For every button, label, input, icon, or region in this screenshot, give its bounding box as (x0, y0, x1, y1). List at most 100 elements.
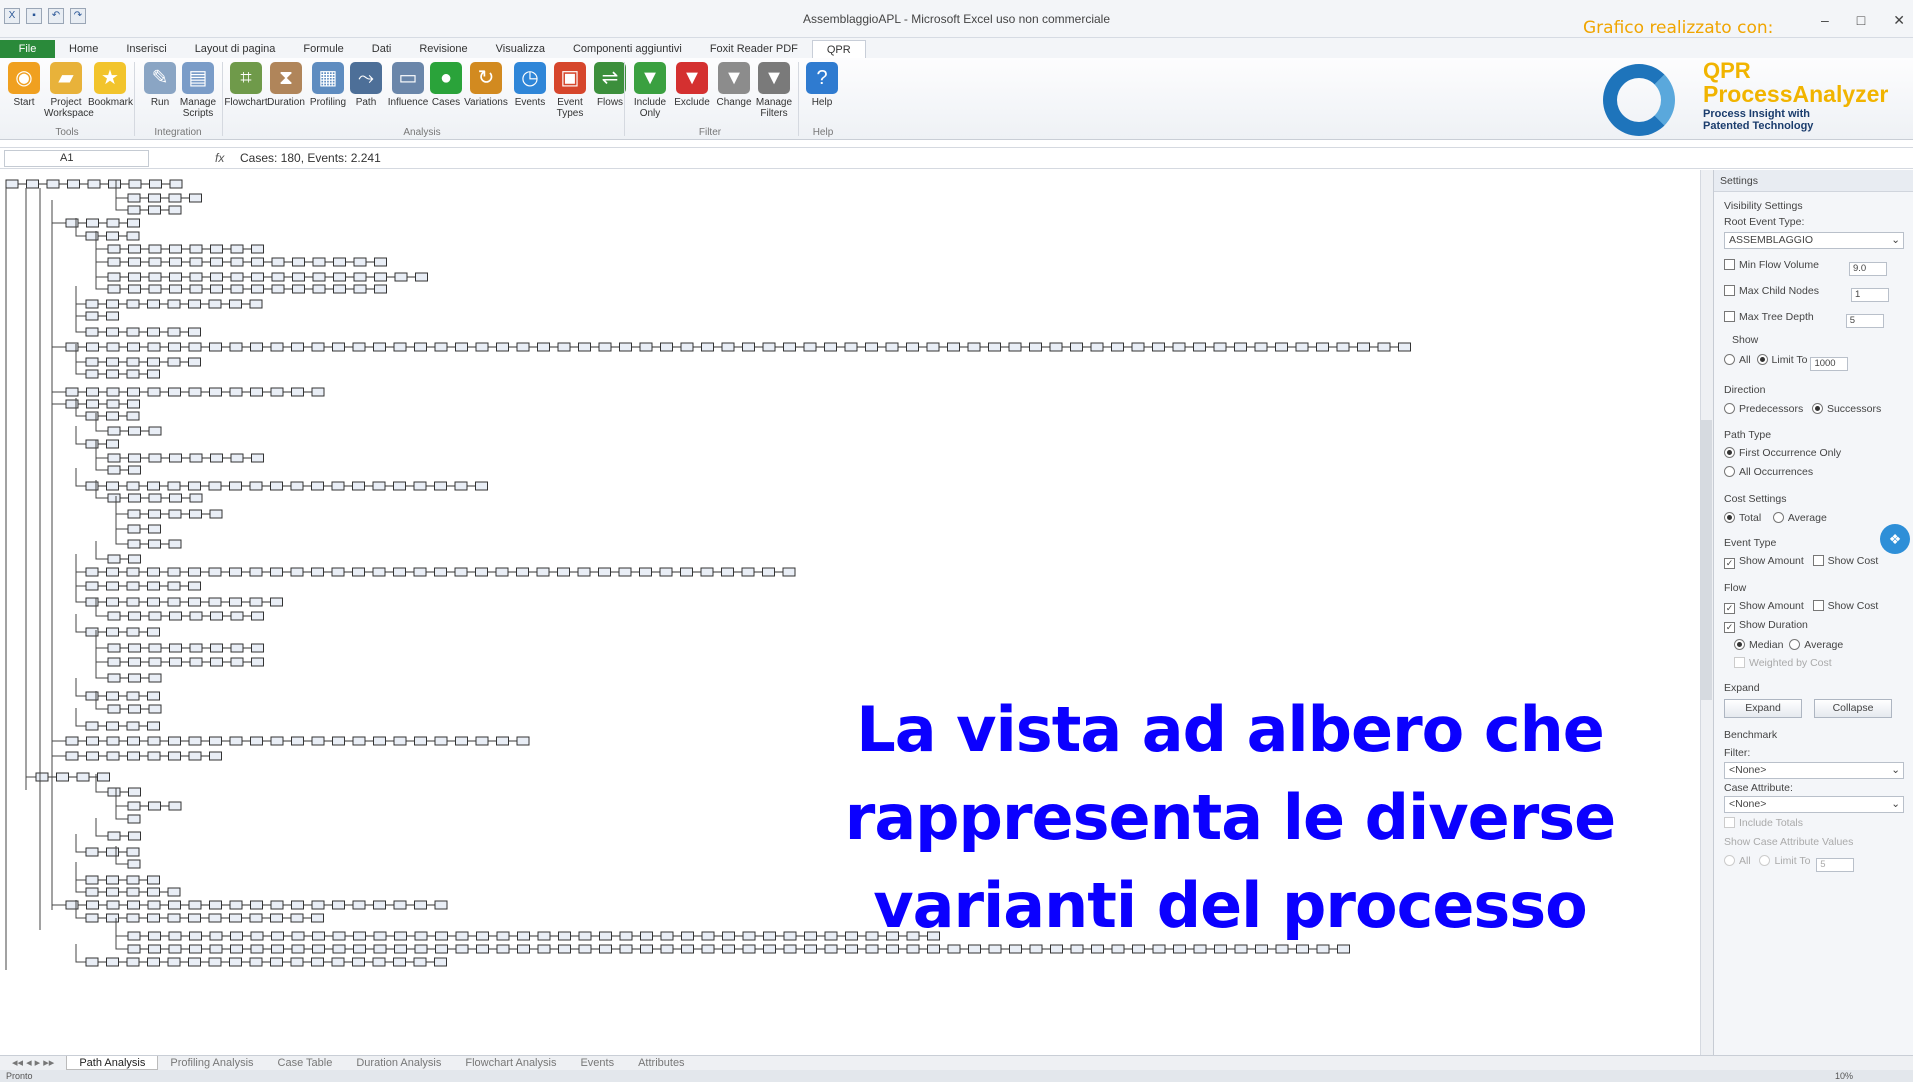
show-duration-checkbox[interactable]: ✓ (1724, 622, 1735, 633)
min-flow-checkbox[interactable] (1724, 259, 1735, 270)
max-depth-checkbox[interactable] (1724, 311, 1735, 322)
tab-qpr[interactable]: QPR (811, 40, 866, 58)
sheet-tab-duration-analysis[interactable]: Duration Analysis (344, 1056, 453, 1070)
show-limit-radio[interactable] (1756, 354, 1768, 365)
minimize-button[interactable]: – (1821, 12, 1829, 29)
tree-node (270, 900, 284, 910)
sheet-tab-path-analysis[interactable]: Path Analysis (66, 1056, 159, 1070)
start-button[interactable]: ◉ Start (2, 62, 46, 108)
max-child-nodes-row[interactable]: Max Child Nodes 1 (1724, 285, 1889, 302)
case-attr-limit-input[interactable]: 5 (1816, 858, 1855, 872)
event-types-button[interactable]: ▣ Event Types (548, 62, 592, 119)
collapse-button[interactable]: Collapse (1814, 699, 1892, 718)
filter-select[interactable]: <None> ⌄ (1724, 762, 1904, 779)
tab-componenti-aggiuntivi[interactable]: Componenti aggiuntivi (559, 40, 696, 58)
scrollbar-thumb[interactable] (1701, 420, 1712, 700)
exclude-button[interactable]: ▼ Exclude (670, 62, 714, 108)
median-radio[interactable] (1734, 639, 1745, 650)
min-flow-volume-row[interactable]: Min Flow Volume 9.0 (1724, 259, 1887, 276)
all-occurrences-row[interactable]: All Occurrences (1724, 466, 1813, 478)
tree-connector (75, 468, 86, 487)
tree-node (495, 567, 509, 577)
change-button[interactable]: ▼ Change (712, 62, 756, 108)
tree-node (167, 357, 181, 367)
tree-node (127, 859, 141, 869)
sheet-tab-attributes[interactable]: Attributes (626, 1056, 696, 1070)
tree-node (353, 284, 367, 294)
case-attribute-select[interactable]: <None> ⌄ (1724, 796, 1904, 813)
min-flow-input[interactable]: 9.0 (1848, 262, 1887, 276)
group-tools: Tools (55, 127, 79, 138)
fx-icon[interactable]: fx (215, 151, 224, 165)
tree-node (312, 272, 326, 282)
table-icon: ▦ (312, 62, 344, 94)
path-button[interactable]: ⤳ Path (344, 62, 388, 108)
events-button[interactable]: ◷ Events (508, 62, 552, 108)
tree-node (250, 736, 263, 746)
include-totals-checkbox[interactable] (1724, 817, 1735, 828)
case-attr-all-radio[interactable] (1724, 855, 1735, 866)
maximize-button[interactable]: □ (1857, 12, 1865, 29)
tab-file[interactable]: File (0, 40, 55, 58)
tab-layout-di-pagina[interactable]: Layout di pagina (181, 40, 290, 58)
root-event-type-select[interactable]: ASSEMBLAGGIO ⌄ (1724, 232, 1904, 249)
max-child-checkbox[interactable] (1724, 285, 1735, 296)
sheet-tab-events[interactable]: Events (568, 1056, 626, 1070)
flows-button[interactable]: ⇌ Flows (588, 62, 632, 108)
show-limit-input[interactable]: 1000 (1810, 357, 1849, 371)
flow-show-cost-checkbox[interactable] (1812, 600, 1824, 611)
flowchart-button[interactable]: ⌗ Flowchart (224, 62, 268, 108)
bookmark-button[interactable]: ★ Bookmark (88, 62, 133, 108)
variations-button[interactable]: ↻ Variations (464, 62, 508, 108)
expand-button[interactable]: Expand (1724, 699, 1802, 718)
max-tree-depth-row[interactable]: Max Tree Depth 5 (1724, 311, 1884, 328)
manage-filters-button[interactable]: ▼ Manage Filters (752, 62, 796, 119)
tab-formule[interactable]: Formule (289, 40, 357, 58)
case-attr-limit-radio[interactable] (1759, 855, 1771, 866)
tree-node (619, 931, 633, 941)
show-duration-row[interactable]: ✓ Show Duration (1724, 619, 1808, 633)
project-workspace-button[interactable]: ▰ Project Workspace (44, 62, 94, 119)
include-totals-row[interactable]: Include Totals (1724, 817, 1803, 829)
all-occurrences-radio[interactable] (1724, 466, 1735, 477)
max-child-input[interactable]: 1 (1850, 288, 1889, 302)
event-show-amount-checkbox[interactable]: ✓ (1724, 558, 1735, 569)
tree-connector (75, 568, 86, 587)
duration-button[interactable]: ⧗ Duration (264, 62, 308, 108)
tab-home[interactable]: Home (55, 40, 112, 58)
cases-button[interactable]: ● Cases (424, 62, 468, 108)
name-box[interactable]: A1 (4, 150, 149, 167)
sheet-tab-case-table[interactable]: Case Table (266, 1056, 345, 1070)
max-depth-input[interactable]: 5 (1845, 314, 1884, 328)
weighted-by-cost-checkbox[interactable] (1734, 657, 1745, 668)
tab-foxit-reader-pdf[interactable]: Foxit Reader PDF (696, 40, 812, 58)
sheet-tab-flowchart-analysis[interactable]: Flowchart Analysis (453, 1056, 568, 1070)
tab-revisione[interactable]: Revisione (405, 40, 481, 58)
event-show-cost-checkbox[interactable] (1812, 555, 1824, 566)
dropbox-icon[interactable]: ❖ (1880, 524, 1910, 554)
tree-node (107, 272, 121, 282)
show-all-radio[interactable] (1724, 354, 1735, 365)
weighted-by-cost-row[interactable]: Weighted by Cost (1734, 657, 1832, 669)
predecessors-radio[interactable] (1724, 403, 1735, 414)
tree-node (148, 493, 162, 503)
sheet-tab-profiling-analysis[interactable]: Profiling Analysis (158, 1056, 265, 1070)
manage-scripts-button[interactable]: ▤ Manage Scripts (176, 62, 220, 119)
sheet-nav-arrows[interactable]: ◂◂ ◂ ▸ ▸▸ (0, 1056, 66, 1070)
tab-visualizza[interactable]: Visualizza (482, 40, 559, 58)
close-button[interactable]: ✕ (1893, 12, 1905, 29)
first-occurrence-row[interactable]: First Occurrence Only (1724, 447, 1841, 459)
successors-radio[interactable] (1811, 403, 1823, 414)
flow-average-radio[interactable] (1789, 639, 1801, 650)
zoom-level[interactable]: 10% (1835, 1070, 1853, 1082)
flow-show-amount-checkbox[interactable]: ✓ (1724, 603, 1735, 614)
include-only-button[interactable]: ▼ Include Only (628, 62, 672, 119)
first-occurrence-radio[interactable] (1724, 447, 1735, 458)
expand-label: Expand (1724, 682, 1760, 694)
total-radio[interactable] (1724, 512, 1735, 523)
formula-input[interactable]: Cases: 180, Events: 2.241 (240, 151, 381, 165)
tab-dati[interactable]: Dati (358, 40, 406, 58)
tab-inserisci[interactable]: Inserisci (112, 40, 180, 58)
average-radio[interactable] (1772, 512, 1784, 523)
help-button[interactable]: ? Help (800, 62, 844, 108)
